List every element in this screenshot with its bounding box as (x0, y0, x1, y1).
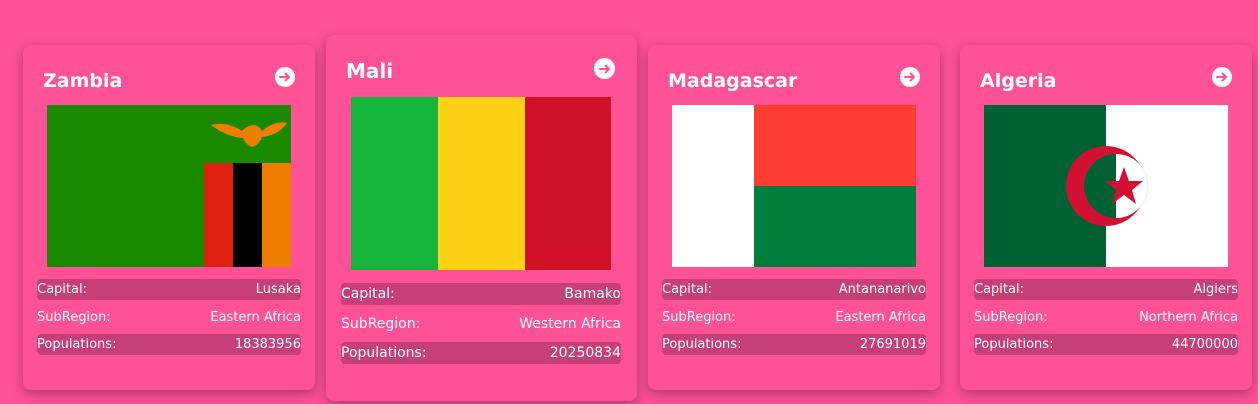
country-card-mali[interactable]: Mali Capital: Bamako SubRegion: Western … (326, 35, 637, 401)
flag-image (672, 105, 916, 267)
flag-image (47, 105, 291, 267)
population-label: Populations: (37, 337, 117, 352)
population-row: Populations: 18383956 (37, 334, 301, 355)
subregion-value: Eastern Africa (210, 310, 301, 325)
population-value: 18383956 (234, 337, 301, 352)
country-name: Zambia (43, 70, 123, 92)
arrow-circle-right-icon[interactable] (594, 58, 615, 79)
subregion-label: SubRegion: (341, 316, 421, 332)
capital-value: Bamako (564, 286, 621, 302)
capital-value: Algiers (1193, 282, 1238, 297)
population-label: Populations: (662, 337, 742, 352)
country-card-algeria[interactable]: Algeria Capital: Algiers SubRegion: Nort… (960, 45, 1252, 390)
flag-image (984, 105, 1228, 267)
arrow-circle-right-icon[interactable] (900, 67, 920, 87)
population-row: Populations: 20250834 (341, 342, 621, 364)
country-card-zambia[interactable]: Zambia Capital: Lusaka SubRegion: Easter… (23, 45, 315, 390)
subregion-value: Eastern Africa (835, 310, 926, 325)
capital-value: Lusaka (255, 282, 301, 297)
subregion-value: Northern Africa (1139, 310, 1238, 325)
subregion-row: SubRegion: Eastern Africa (37, 307, 301, 328)
population-value: 27691019 (859, 337, 926, 352)
country-name: Mali (346, 59, 394, 83)
population-value: 44700000 (1171, 337, 1238, 352)
capital-label: Capital: (37, 282, 87, 297)
population-row: Populations: 27691019 (662, 334, 926, 355)
subregion-label: SubRegion: (662, 310, 736, 325)
population-row: Populations: 44700000 (974, 334, 1238, 355)
subregion-row: SubRegion: Northern Africa (974, 307, 1238, 328)
subregion-label: SubRegion: (974, 310, 1048, 325)
capital-label: Capital: (662, 282, 712, 297)
arrow-circle-right-icon[interactable] (1212, 67, 1232, 87)
subregion-row: SubRegion: Eastern Africa (662, 307, 926, 328)
capital-row: Capital: Algiers (974, 279, 1238, 300)
capital-row: Capital: Bamako (341, 283, 621, 305)
capital-row: Capital: Antananarivo (662, 279, 926, 300)
flag-image (351, 97, 611, 270)
country-card-madagascar[interactable]: Madagascar Capital: Antananarivo SubRegi… (648, 45, 940, 390)
arrow-circle-right-icon[interactable] (275, 67, 295, 87)
subregion-label: SubRegion: (37, 310, 111, 325)
population-label: Populations: (341, 345, 427, 361)
population-value: 20250834 (549, 345, 621, 361)
capital-label: Capital: (974, 282, 1024, 297)
population-label: Populations: (974, 337, 1054, 352)
subregion-row: SubRegion: Western Africa (341, 313, 621, 335)
capital-row: Capital: Lusaka (37, 279, 301, 300)
subregion-value: Western Africa (519, 316, 621, 332)
country-name: Madagascar (668, 70, 798, 92)
country-name: Algeria (980, 70, 1057, 92)
capital-label: Capital: (341, 286, 395, 302)
capital-value: Antananarivo (838, 282, 926, 297)
